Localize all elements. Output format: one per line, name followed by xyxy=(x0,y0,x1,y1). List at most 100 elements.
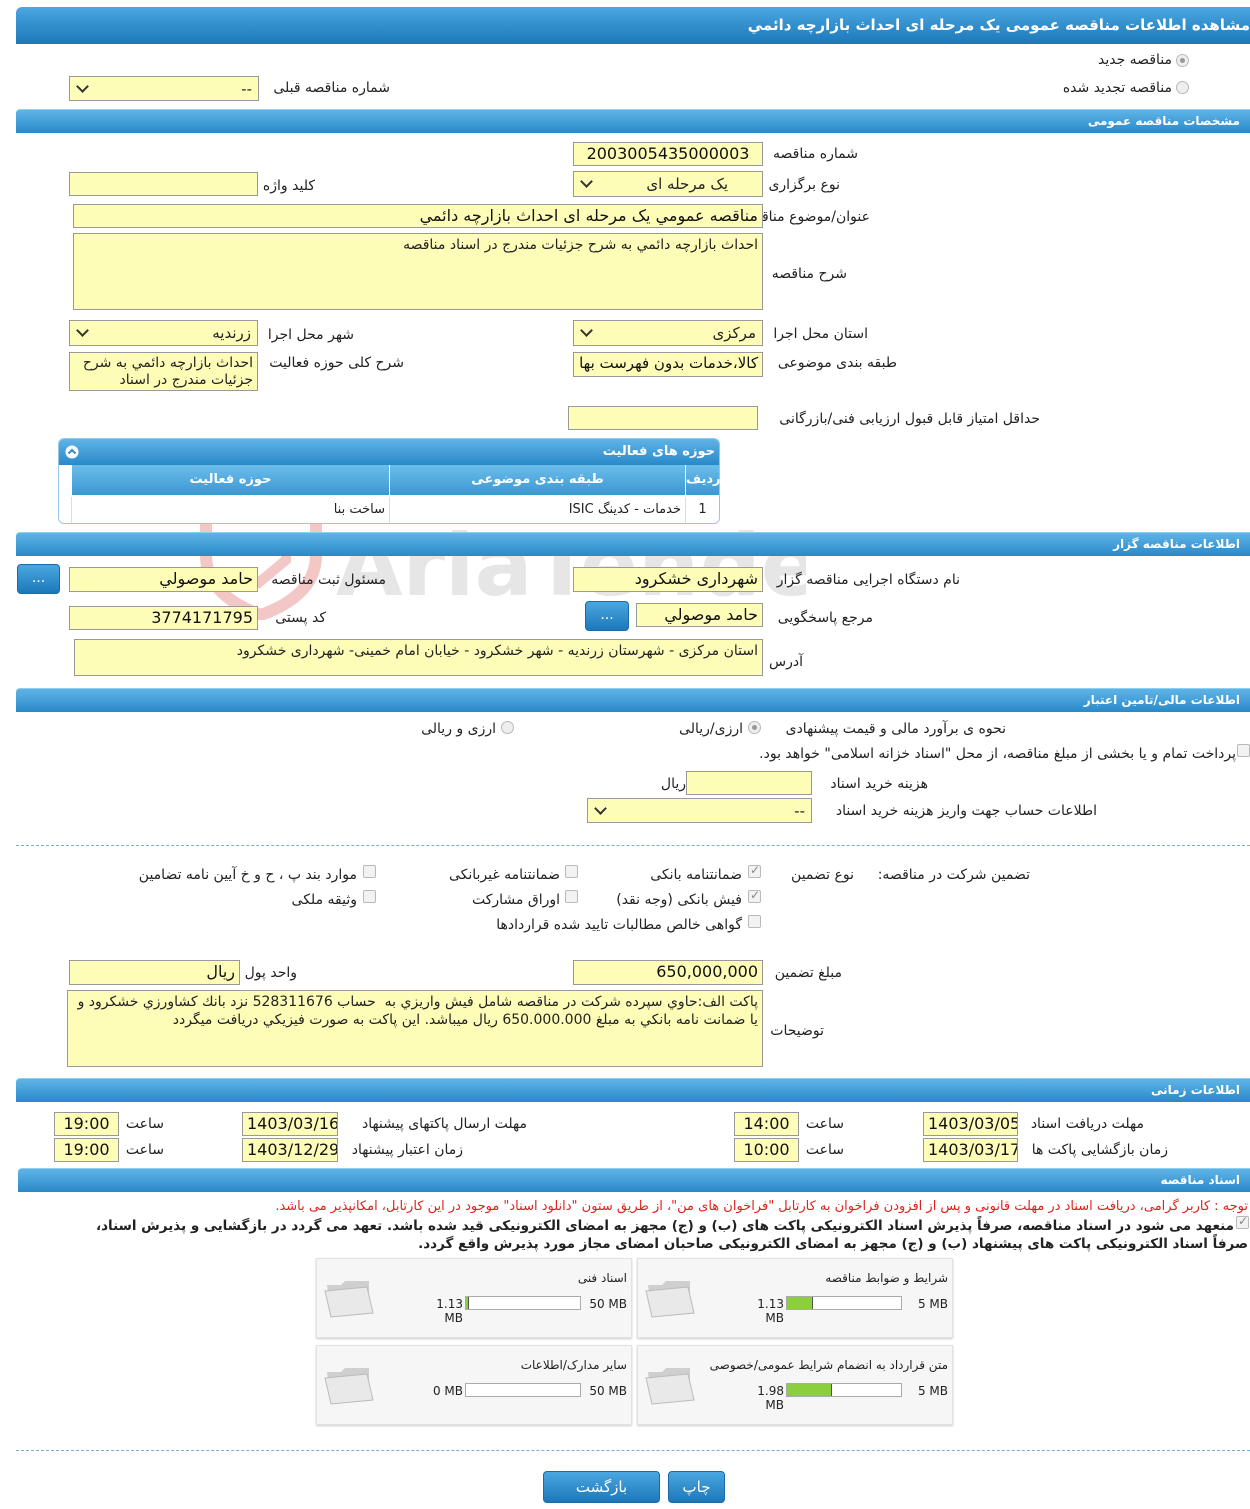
nonbank-guarantee-checkbox[interactable] xyxy=(565,865,578,878)
claims-checkbox[interactable] xyxy=(748,915,761,928)
estimate-method-label: نحوه ی برآورد مالی و قیمت پیشنهادی xyxy=(785,721,1006,737)
doc-max-size: 5 MB xyxy=(917,1384,948,1398)
notes-textarea[interactable]: پاکت الف:حاوي سپرده شرکت در مناقصه شامل … xyxy=(67,990,763,1067)
print-button[interactable]: چاپ xyxy=(668,1471,725,1503)
doc-max-size: 50 MB xyxy=(589,1297,627,1311)
bank-guarantee-checkbox[interactable] xyxy=(748,863,761,878)
org-name-field[interactable]: شهرداری خشکرود xyxy=(573,567,763,592)
send-deadline-label: مهلت ارسال پاکتهای پیشنهاد xyxy=(361,1116,527,1132)
doc-receive-label: مهلت دریافت اسناد xyxy=(1030,1116,1144,1132)
radio-renewed-tender[interactable] xyxy=(1176,81,1189,94)
subject-field[interactable]: مناقصه عمومي یک مرحله ای احداث بازارچه د… xyxy=(73,204,763,228)
bonds-checkbox[interactable] xyxy=(565,890,578,903)
doc-progress-bar xyxy=(786,1296,902,1310)
doc-card-conditions[interactable]: شرایط و ضوابط مناقصه 1.13 MB 5 MB xyxy=(637,1258,953,1338)
doc-card-other[interactable]: سایر مدارک/اطلاعات 0 MB 50 MB xyxy=(316,1345,632,1425)
doc-card-title: سایر مدارک/اطلاعات xyxy=(520,1358,627,1372)
currency-field[interactable]: ریال xyxy=(69,960,240,985)
divider xyxy=(16,1450,1250,1451)
section-time: اطلاعات زمانی xyxy=(16,1078,1250,1102)
category-field[interactable]: کالا،خدمات بدون فهرست بها xyxy=(573,352,763,377)
doc-receive-hour-label: ساعت xyxy=(805,1116,844,1132)
keyword-field[interactable] xyxy=(69,172,258,196)
doc-card-contract[interactable]: متن قرارداد به انضمام شرایط عمومی/خصوصی … xyxy=(637,1345,953,1425)
regulation-items-checkbox[interactable] xyxy=(363,865,376,878)
org-name-label: نام دستگاه اجرایی مناقصه گزار xyxy=(776,572,960,588)
section-finance: اطلاعات مالی/تامین اعتبار xyxy=(16,688,1250,712)
validity-date[interactable]: 1403/12/29 xyxy=(242,1138,338,1162)
registrar-more-button[interactable]: ... xyxy=(17,564,60,594)
address-textarea[interactable]: استان مرکزی - شهرستان زرندیه - شهر خشکرو… xyxy=(74,639,763,676)
holding-type-select[interactable]: یک مرحله ای xyxy=(573,171,763,197)
prev-number-label: شماره مناقصه قبلی xyxy=(273,80,390,96)
tender-number-field[interactable]: 2003005435000003 xyxy=(573,142,763,166)
folder-icon xyxy=(645,1368,695,1405)
chevron-down-icon xyxy=(594,802,607,815)
doc-cost-label: هزینه خرید اسناد xyxy=(830,776,928,792)
doc-card-title: متن قرارداد به انضمام شرایط عمومی/خصوصی xyxy=(709,1358,948,1372)
prev-number-select[interactable]: -- xyxy=(69,76,259,101)
tender-number-label: شماره مناقصه xyxy=(773,146,858,162)
min-score-label: حداقل امتیاز قابل قبول ارزیابی فنی/بازرگ… xyxy=(779,411,1040,427)
collapse-icon[interactable] xyxy=(65,445,79,459)
doc-card-technical[interactable]: اسناد فنی 1.13 MB 50 MB xyxy=(316,1258,632,1338)
doc-receive-time[interactable]: 14:00 xyxy=(734,1112,799,1136)
nonbank-guarantee-label: ضمانتنامه غیربانکی xyxy=(448,867,560,883)
docs-notice: توجه : کاربر گرامی، دریافت اسناد در مهلت… xyxy=(275,1199,1248,1214)
registrar-field[interactable]: حامد موصولي xyxy=(69,567,258,592)
claims-label: گواهی خالص مطالبات تایید شده قراردادها xyxy=(496,917,742,933)
col-category: طبقه بندی موضوعی xyxy=(389,465,685,495)
guarantee-amount-field[interactable]: 650,000,000 xyxy=(573,960,763,985)
col-row: ردیف xyxy=(685,465,721,495)
cash-deposit-checkbox[interactable] xyxy=(748,888,761,903)
description-textarea[interactable]: احداث بازارچه دائمي به شرح جزئيات مندرج … xyxy=(73,233,763,310)
validity-time[interactable]: 19:00 xyxy=(54,1138,119,1162)
property-checkbox[interactable] xyxy=(363,890,376,903)
page-title-bar: مشاهده اطلاعات مناقصه عمومی یک مرحله ای … xyxy=(16,7,1250,44)
radio-new-tender[interactable] xyxy=(1176,54,1189,67)
registrar-label: مسئول ثبت مناقصه xyxy=(271,572,386,588)
activity-table-header: حوزه های فعالیت xyxy=(59,439,719,465)
activity-scope-label: شرح کلی حوزه فعالیت xyxy=(269,355,404,371)
treasury-checkbox[interactable] xyxy=(1237,744,1250,757)
treasury-label: پرداخت تمام و یا بخشی از مبلغ مناقصه، از… xyxy=(759,746,1236,762)
section-docs: اسناد مناقصه xyxy=(18,1168,1250,1192)
radio-currency-and-rial-label: ارزی و ریالی xyxy=(421,721,496,737)
table-cell-row: 1 xyxy=(685,497,719,523)
doc-cost-field[interactable] xyxy=(686,771,812,795)
validity-hour-label: ساعت xyxy=(125,1142,164,1158)
keyword-label: کلید واژه xyxy=(262,178,315,194)
doc-max-size: 5 MB xyxy=(917,1297,948,1311)
radio-currency-and-rial[interactable] xyxy=(501,721,514,734)
province-select[interactable]: مرکزی xyxy=(573,320,763,346)
doc-receive-date[interactable]: 1403/03/05 xyxy=(923,1112,1018,1136)
doc-current-size: 1.13 MB xyxy=(436,1297,463,1325)
radio-currency-rial-label: ارزی/ریالی xyxy=(679,721,743,737)
send-deadline-date[interactable]: 1403/03/16 xyxy=(242,1112,338,1136)
city-label: شهر محل اجرا xyxy=(267,327,354,343)
opening-date[interactable]: 1403/03/17 xyxy=(923,1138,1018,1162)
watermark-text: AriaTender.neT xyxy=(336,516,806,616)
city-select[interactable]: زرندیه xyxy=(69,320,258,346)
min-score-field[interactable] xyxy=(568,406,758,430)
account-info-select[interactable]: -- xyxy=(587,798,812,823)
postal-code-field[interactable]: 3774171795 xyxy=(69,606,258,630)
reference-field[interactable]: حامد موصولي xyxy=(636,603,763,627)
folder-icon xyxy=(324,1281,374,1318)
doc-card-title: اسناد فنی xyxy=(577,1271,627,1285)
send-deadline-time[interactable]: 19:00 xyxy=(54,1112,119,1136)
category-label: طبقه بندی موضوعی xyxy=(777,355,897,371)
opening-time[interactable]: 10:00 xyxy=(734,1138,799,1162)
doc-card-title: شرایط و ضوابط مناقصه xyxy=(825,1271,948,1285)
table-cell-category: خدمات - کدینگ ISIC xyxy=(389,497,685,523)
guarantee-amount-label: مبلغ تضمین xyxy=(774,965,842,981)
commitment-line1: منعهد می شود در اسناد مناقصه، صرفاً پذیر… xyxy=(95,1218,1234,1234)
radio-currency-rial[interactable] xyxy=(748,721,761,734)
activity-scope-textarea[interactable]: احداث بازارچه دائمي به شرح جزئيات مندرج … xyxy=(69,352,258,391)
postal-code-label: کد پستی xyxy=(275,610,326,626)
radio-renewed-label: مناقصه تجدید شده xyxy=(1062,80,1172,96)
back-button[interactable]: بازگشت xyxy=(543,1471,660,1503)
reference-more-button[interactable]: ... xyxy=(585,601,629,631)
doc-current-size: 1.13 MB xyxy=(757,1297,784,1325)
commitment-checkbox[interactable] xyxy=(1236,1214,1249,1229)
